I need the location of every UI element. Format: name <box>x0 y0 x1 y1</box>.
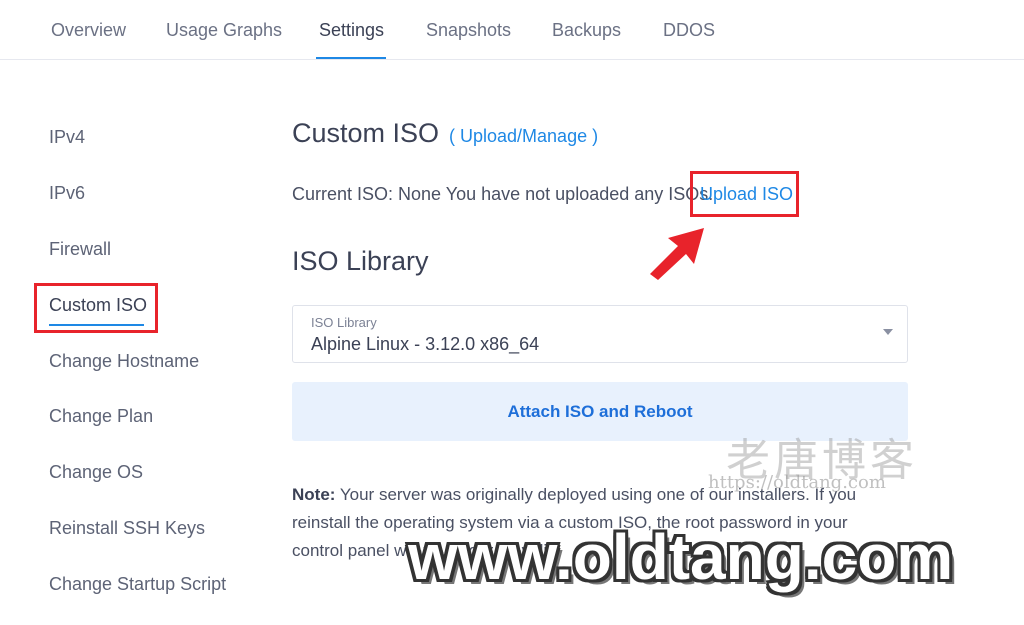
watermark-url-large: www.oldtang.com <box>408 521 954 593</box>
watermark-url-small: https://oldtang.com <box>708 472 886 493</box>
active-tab-indicator <box>316 57 386 59</box>
red-arrow-icon <box>650 228 704 280</box>
tab-snapshots[interactable]: Snapshots <box>426 20 511 41</box>
upload-manage-link[interactable]: ( Upload/Manage ) <box>449 126 598 147</box>
sidebar-item-change-hostname[interactable]: Change Hostname <box>49 351 199 372</box>
top-tabs: Overview Usage Graphs Settings Snapshots… <box>0 0 1024 60</box>
iso-library-title: ISO Library <box>292 246 429 276</box>
current-iso-text: Current ISO: None You have not uploaded … <box>292 184 714 204</box>
tab-settings[interactable]: Settings <box>319 20 384 41</box>
highlight-box-upload-iso <box>690 171 799 217</box>
tab-backups[interactable]: Backups <box>552 20 621 41</box>
sidebar-item-change-startup-script[interactable]: Change Startup Script <box>49 574 226 595</box>
iso-library-select[interactable]: ISO Library Alpine Linux - 3.12.0 x86_64 <box>292 305 908 363</box>
sidebar-item-change-os[interactable]: Change OS <box>49 462 143 483</box>
select-label: ISO Library <box>311 315 377 330</box>
sidebar-item-change-plan[interactable]: Change Plan <box>49 406 153 427</box>
tab-overview[interactable]: Overview <box>51 20 126 41</box>
sidebar-item-reinstall-ssh-keys[interactable]: Reinstall SSH Keys <box>49 518 205 539</box>
highlight-box-custom-iso <box>34 283 158 333</box>
tab-ddos[interactable]: DDOS <box>663 20 715 41</box>
sidebar-item-firewall[interactable]: Firewall <box>49 239 111 260</box>
sidebar-item-ipv6[interactable]: IPv6 <box>49 183 85 204</box>
chevron-down-icon <box>883 329 893 335</box>
select-value: Alpine Linux - 3.12.0 x86_64 <box>311 334 540 354</box>
sidebar-item-ipv4[interactable]: IPv4 <box>49 127 85 148</box>
note-label: Note: <box>292 485 336 504</box>
custom-iso-title: Custom ISO <box>292 118 440 148</box>
tab-usage-graphs[interactable]: Usage Graphs <box>166 20 282 41</box>
